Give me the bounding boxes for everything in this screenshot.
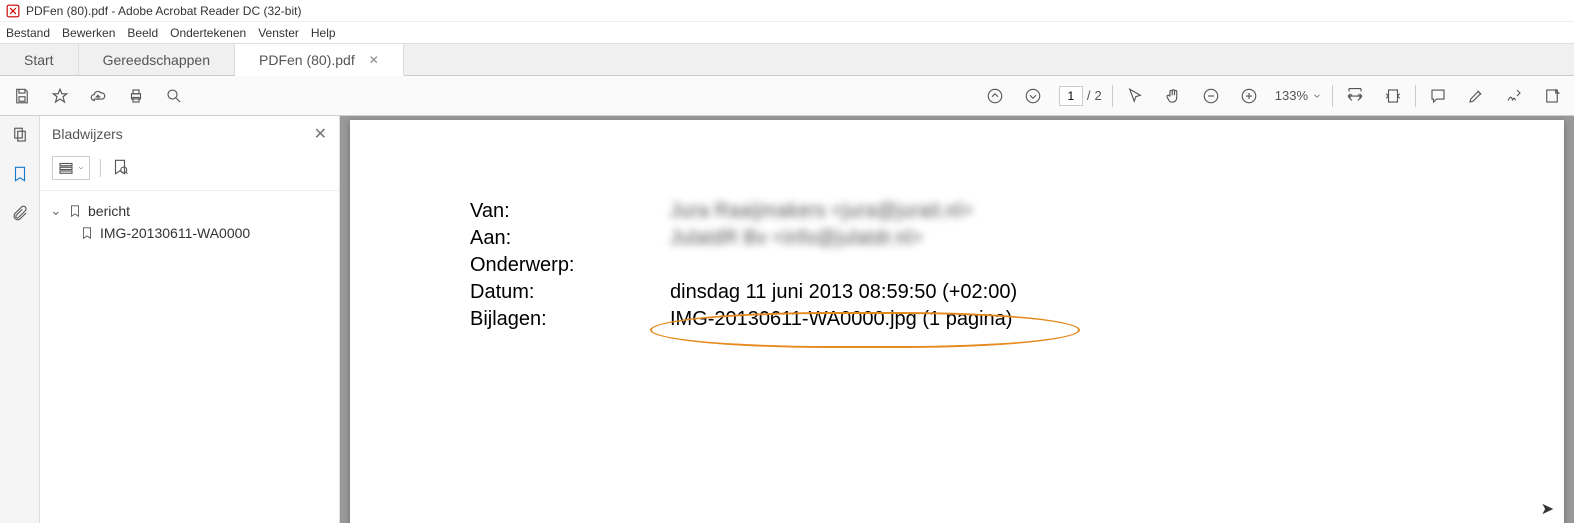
comment-icon[interactable] [1426, 84, 1450, 108]
field-label-van: Van: [470, 200, 670, 223]
page-indicator: / 2 [1059, 86, 1102, 106]
tab-bar: Start Gereedschappen PDFen (80).pdf ✕ [0, 44, 1574, 76]
field-label-aan: Aan: [470, 227, 670, 250]
field-label-datum: Datum: [470, 281, 670, 304]
app-icon [6, 4, 20, 18]
window-title: PDFen (80).pdf - Adobe Acrobat Reader DC… [26, 4, 301, 18]
chevron-down-icon [1312, 91, 1322, 101]
save-icon[interactable] [10, 84, 34, 108]
select-tool-icon[interactable] [1123, 84, 1147, 108]
toolbar-separator [1332, 85, 1333, 107]
main-area: Bladwijzers ✕ ⌄ bericht IMG-20130611-WA0… [0, 116, 1574, 523]
bookmark-options-icon[interactable] [52, 156, 90, 180]
page-separator: / [1087, 88, 1091, 103]
field-label-bijlagen: Bijlagen: [470, 308, 670, 331]
menu-bewerken[interactable]: Bewerken [62, 26, 115, 40]
stamp-icon[interactable] [1540, 84, 1564, 108]
bookmarks-icon[interactable] [11, 165, 29, 186]
page-number-input[interactable] [1059, 86, 1083, 106]
cloud-icon[interactable] [86, 84, 110, 108]
menu-ondertekenen[interactable]: Ondertekenen [170, 26, 246, 40]
hand-tool-icon[interactable] [1161, 84, 1185, 108]
bookmark-label: bericht [88, 203, 130, 219]
menu-venster[interactable]: Venster [258, 26, 299, 40]
tab-tools[interactable]: Gereedschappen [79, 44, 235, 75]
print-icon[interactable] [124, 84, 148, 108]
attachments-icon[interactable] [11, 204, 29, 225]
pdf-page: Van: Jura Raaijmakers <jura@jurait.nl> A… [350, 120, 1564, 523]
bookmarks-panel: Bladwijzers ✕ ⌄ bericht IMG-20130611-WA0… [40, 116, 340, 523]
left-rail [0, 116, 40, 523]
field-value-van: Jura Raaijmakers <jura@jurait.nl> [670, 200, 973, 223]
bookmark-node-img[interactable]: IMG-20130611-WA0000 [50, 222, 329, 244]
mouse-cursor-icon: ➤ [1541, 499, 1554, 519]
bookmark-node-bericht[interactable]: ⌄ bericht [50, 199, 329, 222]
menu-bestand[interactable]: Bestand [6, 26, 50, 40]
bookmarks-title: Bladwijzers [52, 126, 123, 142]
panel-toolbar-separator [100, 159, 101, 177]
document-viewport[interactable]: Van: Jura Raaijmakers <jura@jurait.nl> A… [340, 116, 1574, 523]
fit-page-icon[interactable] [1381, 84, 1405, 108]
field-label-onderwerp: Onderwerp: [470, 254, 670, 277]
field-value-aan: JulatdR Bv <info@julatdr.nl> [670, 227, 923, 250]
bookmark-label: IMG-20130611-WA0000 [100, 225, 250, 241]
tab-close-icon[interactable]: ✕ [369, 53, 379, 67]
page-total: 2 [1095, 88, 1102, 103]
zoom-in-icon[interactable] [1237, 84, 1261, 108]
zoom-out-icon[interactable] [1199, 84, 1223, 108]
zoom-level[interactable]: 133% [1275, 88, 1322, 103]
tab-start-label: Start [24, 52, 54, 68]
page-up-icon[interactable] [983, 84, 1007, 108]
chevron-down-icon[interactable]: ⌄ [50, 202, 62, 219]
title-bar: PDFen (80).pdf - Adobe Acrobat Reader DC… [0, 0, 1574, 22]
field-value-bijlagen: IMG-20130611-WA0000.jpg (1 pagina) [670, 308, 1012, 331]
bookmark-icon [80, 226, 94, 240]
tab-start[interactable]: Start [0, 44, 79, 75]
bookmark-icon [68, 204, 82, 218]
tab-file-label: PDFen (80).pdf [259, 52, 355, 68]
page-down-icon[interactable] [1021, 84, 1045, 108]
panel-close-icon[interactable]: ✕ [314, 124, 327, 144]
toolbar-separator [1112, 85, 1113, 107]
menu-beeld[interactable]: Beeld [127, 26, 158, 40]
field-value-datum: dinsdag 11 juni 2013 08:59:50 (+02:00) [670, 281, 1017, 304]
search-icon[interactable] [162, 84, 186, 108]
thumbnails-icon[interactable] [11, 126, 29, 147]
highlight-icon[interactable] [1464, 84, 1488, 108]
tab-file[interactable]: PDFen (80).pdf ✕ [235, 44, 404, 76]
bookmarks-tree: ⌄ bericht IMG-20130611-WA0000 [40, 191, 339, 252]
find-bookmark-icon[interactable] [111, 158, 129, 179]
sign-icon[interactable] [1502, 84, 1526, 108]
toolbar-separator [1415, 85, 1416, 107]
zoom-value: 133% [1275, 88, 1308, 103]
tab-tools-label: Gereedschappen [103, 52, 210, 68]
fit-width-icon[interactable] [1343, 84, 1367, 108]
menu-help[interactable]: Help [311, 26, 336, 40]
toolbar: / 2 133% [0, 76, 1574, 116]
menu-bar: Bestand Bewerken Beeld Ondertekenen Vens… [0, 22, 1574, 44]
star-icon[interactable] [48, 84, 72, 108]
